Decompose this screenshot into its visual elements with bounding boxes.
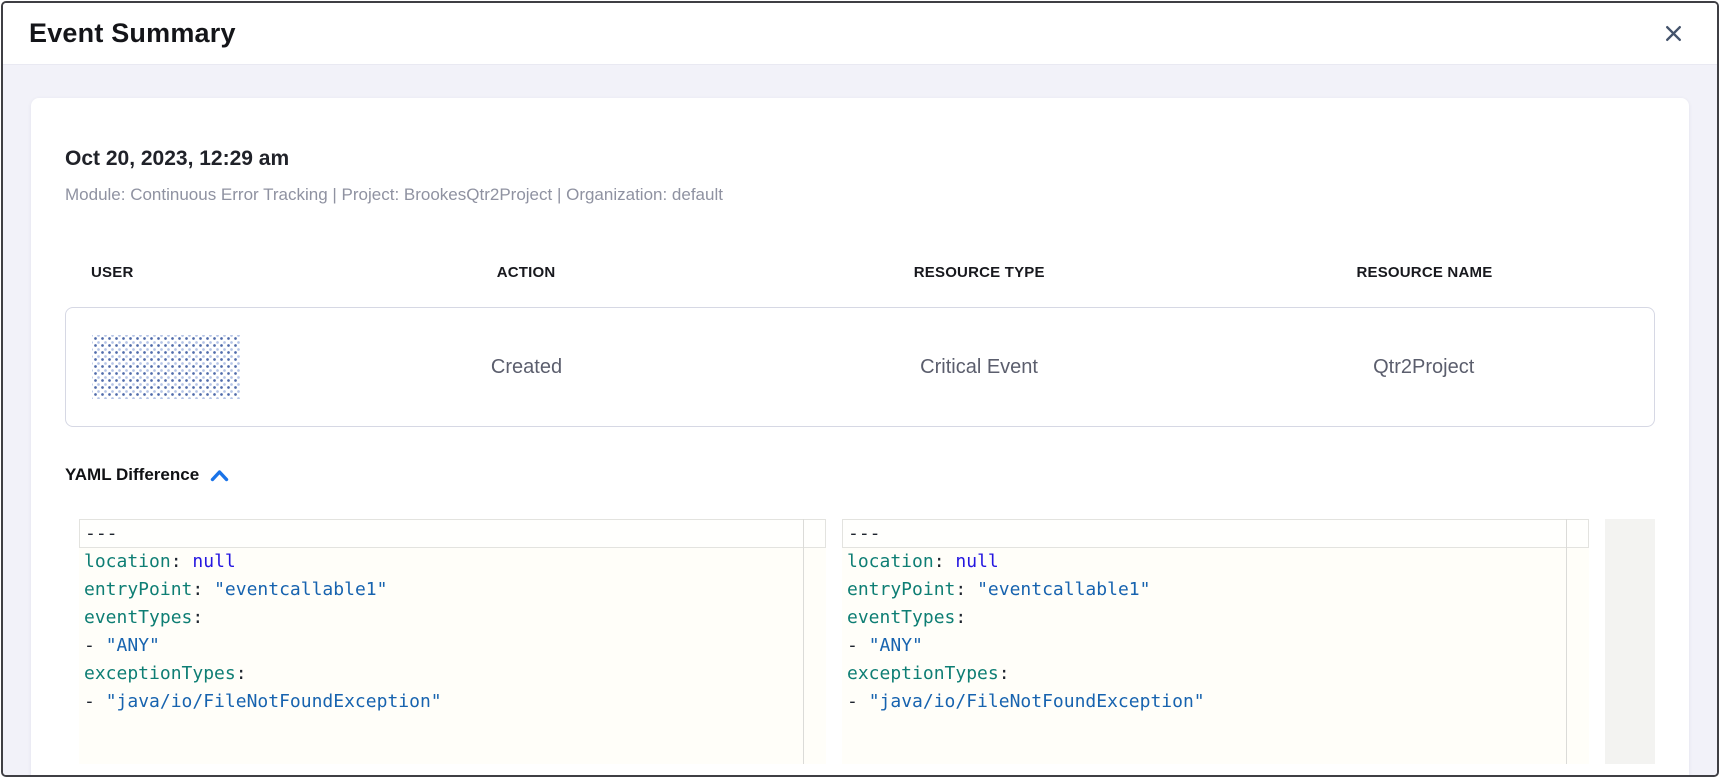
- yaml-line: ---: [842, 519, 1589, 548]
- yaml-line: eventTypes:: [842, 604, 1589, 632]
- yaml-line: exceptionTypes:: [79, 660, 826, 688]
- yaml-line: ---: [79, 519, 826, 548]
- yaml-line: location: null: [842, 548, 1589, 576]
- action-cell: Created: [288, 356, 764, 379]
- modal-header: Event Summary: [3, 3, 1717, 65]
- event-card: Oct 20, 2023, 12:29 am Module: Continuou…: [31, 98, 1689, 775]
- user-redacted-pixelated: [92, 335, 240, 399]
- yaml-line: eventTypes:: [79, 604, 826, 632]
- event-timestamp: Oct 20, 2023, 12:29 am: [65, 146, 1655, 172]
- event-summary-modal: Event Summary Oct 20, 2023, 12:29 am Mod…: [1, 1, 1719, 777]
- chevron-up-icon[interactable]: [210, 469, 229, 482]
- yaml-line: location: null: [79, 548, 826, 576]
- modal-body: Oct 20, 2023, 12:29 am Module: Continuou…: [3, 65, 1717, 775]
- yaml-line: - "ANY": [842, 632, 1589, 660]
- close-icon: [1663, 23, 1684, 44]
- yaml-difference-toggle: YAML Difference: [65, 465, 1655, 485]
- yaml-line: entryPoint: "eventcallable1": [842, 576, 1589, 604]
- yaml-line: entryPoint: "eventcallable1": [79, 576, 826, 604]
- yaml-line: - "java/io/FileNotFoundException": [842, 688, 1589, 716]
- column-header-resource-name: RESOURCE NAME: [1194, 264, 1655, 281]
- yaml-line: - "java/io/FileNotFoundException": [79, 688, 826, 716]
- diff-scrollbar-track[interactable]: [1605, 519, 1655, 764]
- column-header-action: ACTION: [288, 264, 765, 281]
- yaml-line: exceptionTypes:: [842, 660, 1589, 688]
- yaml-diff-viewer: ---location: nullentryPoint: "eventcalla…: [79, 519, 1655, 764]
- audit-table-header: USER ACTION RESOURCE TYPE RESOURCE NAME: [65, 264, 1655, 281]
- close-button[interactable]: [1655, 16, 1691, 52]
- event-meta: Module: Continuous Error Tracking | Proj…: [65, 184, 1655, 206]
- column-header-user: USER: [65, 264, 288, 281]
- resource-type-cell: Critical Event: [765, 356, 1194, 379]
- user-cell: [66, 335, 288, 399]
- yaml-difference-label: YAML Difference: [65, 465, 199, 485]
- resource-name-cell: Qtr2Project: [1193, 356, 1654, 379]
- yaml-line: - "ANY": [79, 632, 826, 660]
- column-header-resource-type: RESOURCE TYPE: [765, 264, 1194, 281]
- yaml-diff-pane-left[interactable]: ---location: nullentryPoint: "eventcalla…: [79, 519, 826, 764]
- page-title: Event Summary: [29, 18, 236, 49]
- yaml-diff-pane-right[interactable]: ---location: nullentryPoint: "eventcalla…: [842, 519, 1589, 764]
- table-row: Created Critical Event Qtr2Project: [65, 307, 1655, 427]
